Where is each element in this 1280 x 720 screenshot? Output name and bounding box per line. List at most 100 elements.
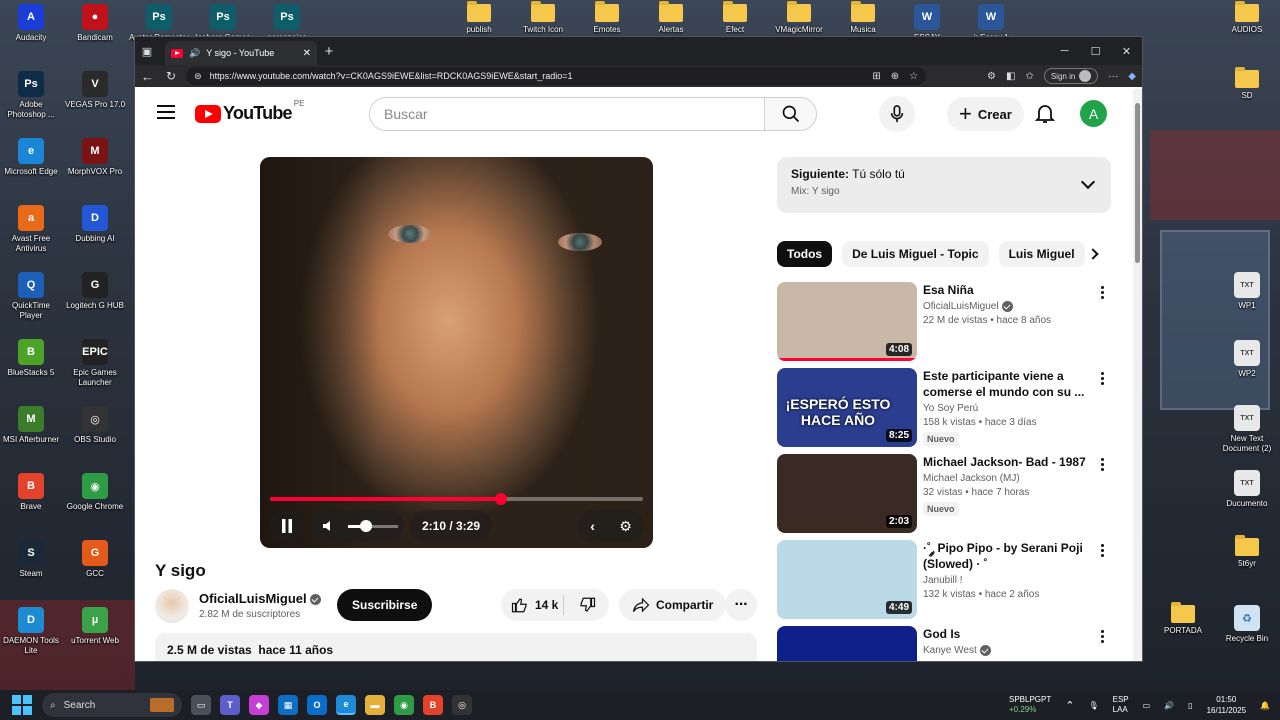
desktop-icon[interactable]: EPIC Epic Games Launcher xyxy=(64,339,126,388)
video-title[interactable]: God Is xyxy=(923,626,1089,642)
clock[interactable]: 01:50 16/11/2025 xyxy=(1207,694,1246,716)
desktop-icon[interactable]: 5t6yr xyxy=(1216,535,1278,569)
desktop-icon[interactable]: PORTADA xyxy=(1152,602,1214,636)
recommendation-item[interactable]: ¡ESPERÓ ESTO HACE AÑO 8:25 Este participan… xyxy=(777,368,1111,448)
progress-bar[interactable] xyxy=(270,493,643,505)
up-next-panel[interactable]: Siguiente: Tú sólo tú Mix: Y sigo xyxy=(777,157,1111,213)
desktop-icon[interactable]: B Brave xyxy=(0,473,62,512)
menu-icon[interactable] xyxy=(157,105,175,119)
share-button[interactable]: Compartir xyxy=(619,589,727,621)
file-explorer-icon[interactable]: ▬ xyxy=(365,695,385,715)
favorites-icon[interactable]: ✩ xyxy=(1025,71,1033,82)
close-window-icon[interactable]: ✕ xyxy=(1111,45,1142,58)
video-title[interactable]: ·˚ ༘ Pipo Pipo - by Serani Poji (Slowed)… xyxy=(923,540,1089,572)
video-channel[interactable]: Janubill ! xyxy=(923,575,962,586)
video-channel-row[interactable]: Michael Jackson (MJ) xyxy=(923,473,1089,484)
recommendation-item[interactable]: 4:08 Esa Niña OficialLuisMiguel 22 M de vis… xyxy=(777,282,1111,362)
desktop-icon[interactable]: Efect xyxy=(704,1,766,35)
speaker-icon[interactable]: 🔊 xyxy=(189,48,200,59)
sign-in-button[interactable]: Sign in xyxy=(1043,68,1099,84)
more-menu-icon[interactable]: ··· xyxy=(1108,71,1118,82)
close-tab-icon[interactable]: ✕ xyxy=(303,48,311,59)
video-channel-row[interactable]: Kanye West xyxy=(923,645,1089,656)
more-options-icon[interactable] xyxy=(1101,630,1105,643)
app-available-icon[interactable]: ⊞ xyxy=(872,71,880,82)
desktop-icon[interactable]: G GCC xyxy=(64,540,126,579)
like-button[interactable]: 14 k xyxy=(501,596,563,614)
maximize-icon[interactable]: ☐ xyxy=(1080,45,1111,58)
desktop-icon[interactable]: SD xyxy=(1216,67,1278,101)
video-thumbnail[interactable]: 4:08 xyxy=(777,282,917,361)
desktop-icon[interactable]: A Audacity xyxy=(0,4,62,43)
desktop-icon[interactable]: V VEGAS Pro 17.0 xyxy=(64,71,126,110)
desktop-icon[interactable]: Q QuickTime Player xyxy=(0,272,62,321)
desktop-icon[interactable]: D DAEMON Tools Lite xyxy=(0,607,62,656)
network-icon[interactable]: ▭ xyxy=(1143,701,1151,710)
desktop-icon[interactable]: ♻ Recycle Bin xyxy=(1216,605,1278,644)
desktop-icon[interactable]: M MSI Afterburner xyxy=(0,406,62,445)
desktop-icon[interactable]: a Avast Free Antivirus xyxy=(0,205,62,254)
video-thumbnail[interactable] xyxy=(777,626,917,661)
minimize-icon[interactable]: ─ xyxy=(1049,45,1080,58)
recommendation-item[interactable]: 4:49 ·˚ ༘ Pipo Pipo - by Serani Poji (Slo… xyxy=(777,540,1111,620)
more-options-icon[interactable] xyxy=(1101,458,1105,471)
chevron-up-icon[interactable]: ⌃ xyxy=(1065,699,1074,712)
brave-taskbar-icon[interactable]: B xyxy=(423,695,443,715)
new-tab-icon[interactable]: + xyxy=(317,37,341,65)
taskbar-search[interactable]: ⌕ Search xyxy=(42,693,182,717)
video-thumbnail[interactable]: 4:49 xyxy=(777,540,917,619)
desktop-icon[interactable]: Alertas xyxy=(640,1,702,35)
notifications-tray-icon[interactable]: 🔔 xyxy=(1260,701,1270,710)
subscribe-button[interactable]: Suscribirse xyxy=(337,589,433,621)
channel-name[interactable]: OficialLuisMiguel xyxy=(199,591,307,606)
battery-icon[interactable]: ▯ xyxy=(1188,701,1192,710)
account-avatar[interactable]: A xyxy=(1080,100,1107,127)
desktop-icon[interactable]: G Logitech G HUB xyxy=(64,272,126,311)
voice-search-button[interactable] xyxy=(879,96,915,132)
desktop-icon[interactable]: e Microsoft Edge xyxy=(0,138,62,177)
video-thumbnail[interactable]: ¡ESPERÓ ESTO HACE AÑO 8:25 xyxy=(777,368,917,447)
video-channel-row[interactable]: OficialLuisMiguel xyxy=(923,301,1089,312)
chrome-taskbar-icon[interactable]: ◉ xyxy=(394,695,414,715)
recommendation-item[interactable]: God Is Kanye West xyxy=(777,626,1111,661)
edge-taskbar-icon[interactable]: e xyxy=(336,695,356,715)
more-actions-button[interactable]: ··· xyxy=(725,589,757,621)
outlook-icon[interactable]: O xyxy=(307,695,327,715)
search-button[interactable] xyxy=(764,98,816,130)
desktop-icon[interactable]: B BlueStacks 5 xyxy=(0,339,62,378)
tab-actions-icon[interactable]: ▣ xyxy=(135,37,159,65)
desktop-icon[interactable]: ◎ OBS Studio xyxy=(64,406,126,445)
windows-start-icon[interactable] xyxy=(12,695,32,715)
more-options-icon[interactable] xyxy=(1101,544,1105,557)
video-title[interactable]: Michael Jackson- Bad - 1987 xyxy=(923,454,1089,470)
split-screen-icon[interactable]: ◧ xyxy=(1006,71,1015,82)
video-channel-row[interactable]: Yo Soy Perú xyxy=(923,403,1089,414)
teams-icon[interactable]: T xyxy=(220,695,240,715)
dislike-button[interactable] xyxy=(564,596,609,614)
store-icon[interactable]: ▦ xyxy=(278,695,298,715)
url-field[interactable]: ⊜ https://www.youtube.com/watch?v=CK0AGS… xyxy=(186,67,927,85)
stock-widget[interactable]: SPBLPGPT +0.29% xyxy=(1009,695,1051,715)
video-channel[interactable]: Kanye West xyxy=(923,645,977,656)
desktop-icon[interactable]: ● Bandicam xyxy=(64,4,126,43)
channel-name-row[interactable]: OficialLuisMiguel xyxy=(199,591,321,606)
video-title[interactable]: Esa Niña xyxy=(923,282,1089,298)
pause-button[interactable] xyxy=(270,510,304,542)
site-info-icon[interactable]: ⊜ xyxy=(194,71,202,82)
search-input[interactable] xyxy=(370,98,764,130)
desktop-icon[interactable]: publish xyxy=(448,1,510,35)
create-button[interactable]: + Crear xyxy=(947,97,1024,131)
video-channel-row[interactable]: Janubill ! xyxy=(923,575,1089,586)
video-channel[interactable]: Michael Jackson (MJ) xyxy=(923,473,1020,484)
volume-control[interactable] xyxy=(312,510,404,542)
video-channel[interactable]: OficialLuisMiguel xyxy=(923,301,999,312)
language-indicator[interactable]: ESP LAA xyxy=(1113,695,1129,715)
refresh-icon[interactable]: ↻ xyxy=(166,69,176,83)
task-view-icon[interactable]: ▭ xyxy=(191,695,211,715)
notifications-button[interactable] xyxy=(1033,101,1057,125)
desktop-icon[interactable]: Emotes xyxy=(576,1,638,35)
favorite-star-icon[interactable]: ☆ xyxy=(909,71,918,82)
settings-gear-icon[interactable]: ⚙ xyxy=(619,518,632,535)
volume-tray-icon[interactable]: 🔊 xyxy=(1164,701,1174,710)
channel-avatar[interactable] xyxy=(155,589,189,623)
